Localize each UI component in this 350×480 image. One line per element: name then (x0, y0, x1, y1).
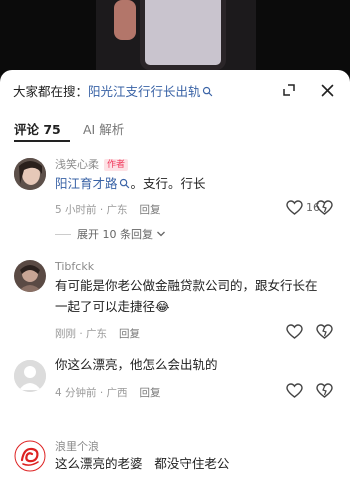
comment-tabs: 评论 75 AI 解析 (0, 114, 350, 142)
expand-replies-label: 展开 10 条回复 (77, 228, 153, 241)
comment-meta: 4 分钟前 · 广西 回复 (55, 385, 161, 400)
comment-body: 。支行。行长 (130, 176, 206, 191)
broken-heart-icon (316, 383, 333, 398)
comment-username[interactable]: 浅笑心柔 作者 (55, 156, 129, 172)
dislike-button[interactable] (316, 200, 333, 219)
close-icon (321, 84, 333, 96)
search-icon (119, 178, 129, 189)
heart-icon (286, 324, 303, 339)
comment-time: 4 分钟前 · 广西 (55, 387, 128, 399)
chevron-down-icon (157, 231, 165, 237)
comment-item: 你这么漂亮，他怎么会出轨的 4 分钟前 · 广西 回复 (0, 357, 350, 420)
search-prefix: 大家都在搜： (13, 83, 89, 99)
mention-link[interactable]: 阳江育才路 (55, 176, 118, 191)
comment-item: 浅笑心柔 作者 阳江育才路 。支行。行长 5 小时前 · 广东 回复 16 展开 10… (0, 154, 350, 244)
comment-text[interactable]: 阳江育才路 。支行。行长 (55, 173, 206, 194)
reply-button[interactable]: 回复 (119, 328, 140, 340)
expand-replies-button[interactable]: 展开 10 条回复 (55, 226, 166, 242)
avatar-image (14, 260, 46, 292)
like-button[interactable] (286, 383, 303, 398)
tab-comments[interactable]: 评论 75 (14, 119, 61, 138)
like-button[interactable]: 16 (286, 200, 320, 215)
dislike-button[interactable] (316, 324, 333, 343)
comment-item: 浪里个浪 这么漂亮的老婆 都没守住老公 (0, 436, 350, 480)
video-phone-image (140, 0, 226, 70)
comment-username[interactable]: Tibfckk (55, 260, 94, 273)
author-badge: 作者 (104, 159, 129, 171)
expand-icon (283, 84, 295, 96)
comment-body-line-1: 有可能是你老公做金融贷款公司的，跟女行长在 (55, 278, 318, 293)
comment-meta: 5 小时前 · 广东 回复 (55, 202, 161, 217)
heart-icon (286, 200, 303, 215)
video-background[interactable] (0, 0, 350, 75)
active-tab-indicator (14, 140, 70, 142)
comment-meta: 刚刚 · 广东 回复 (55, 326, 140, 341)
comment-body: 这么漂亮的老婆 都没守住老公 (55, 456, 230, 471)
expand-sheet-button[interactable] (278, 79, 300, 101)
search-icon (202, 86, 212, 96)
comment-body-line-2: 一起了可以走捷径😂 (55, 296, 318, 317)
close-button[interactable] (316, 79, 338, 101)
heart-icon (286, 383, 303, 398)
avatar[interactable] (14, 360, 46, 392)
laughing-emoji: 😂 (155, 299, 170, 314)
comment-text[interactable]: 有可能是你老公做金融贷款公司的，跟女行长在 一起了可以走捷径😂 (55, 275, 318, 317)
divider (55, 233, 71, 235)
dislike-button[interactable] (316, 383, 333, 402)
username-text: 浅笑心柔 (55, 158, 99, 171)
comment-time: 5 小时前 · 广东 (55, 204, 128, 216)
comment-item: Tibfckk 有可能是你老公做金融贷款公司的，跟女行长在 一起了可以走捷径😂 … (0, 258, 350, 348)
comment-username[interactable]: 浪里个浪 (55, 438, 99, 454)
reply-button[interactable]: 回复 (140, 204, 161, 216)
tab-ai-analysis[interactable]: AI 解析 (83, 119, 124, 138)
like-button[interactable] (286, 324, 303, 339)
broken-heart-icon (316, 200, 333, 215)
comment-time: 刚刚 · 广东 (55, 328, 108, 340)
comment-body: 一起了可以走捷径 (55, 299, 156, 314)
reply-button[interactable]: 回复 (140, 387, 161, 399)
default-avatar-icon (14, 360, 46, 392)
avatar-image (14, 440, 46, 472)
video-hand (114, 0, 136, 40)
search-query-link[interactable]: 阳光江支行行长出轨 (88, 81, 201, 100)
comment-text[interactable]: 你这么漂亮，他怎么会出轨的 (55, 354, 218, 375)
comments-sheet: 大家都在搜： 阳光江支行行长出轨 评论 75 AI 解析 浅笑心柔 作者 阳江育… (0, 70, 350, 480)
broken-heart-icon (316, 324, 333, 339)
avatar[interactable] (14, 158, 46, 190)
comment-text[interactable]: 这么漂亮的老婆 都没守住老公 (55, 453, 229, 474)
avatar[interactable] (14, 260, 46, 292)
avatar[interactable] (14, 440, 46, 472)
avatar-image (14, 158, 46, 190)
